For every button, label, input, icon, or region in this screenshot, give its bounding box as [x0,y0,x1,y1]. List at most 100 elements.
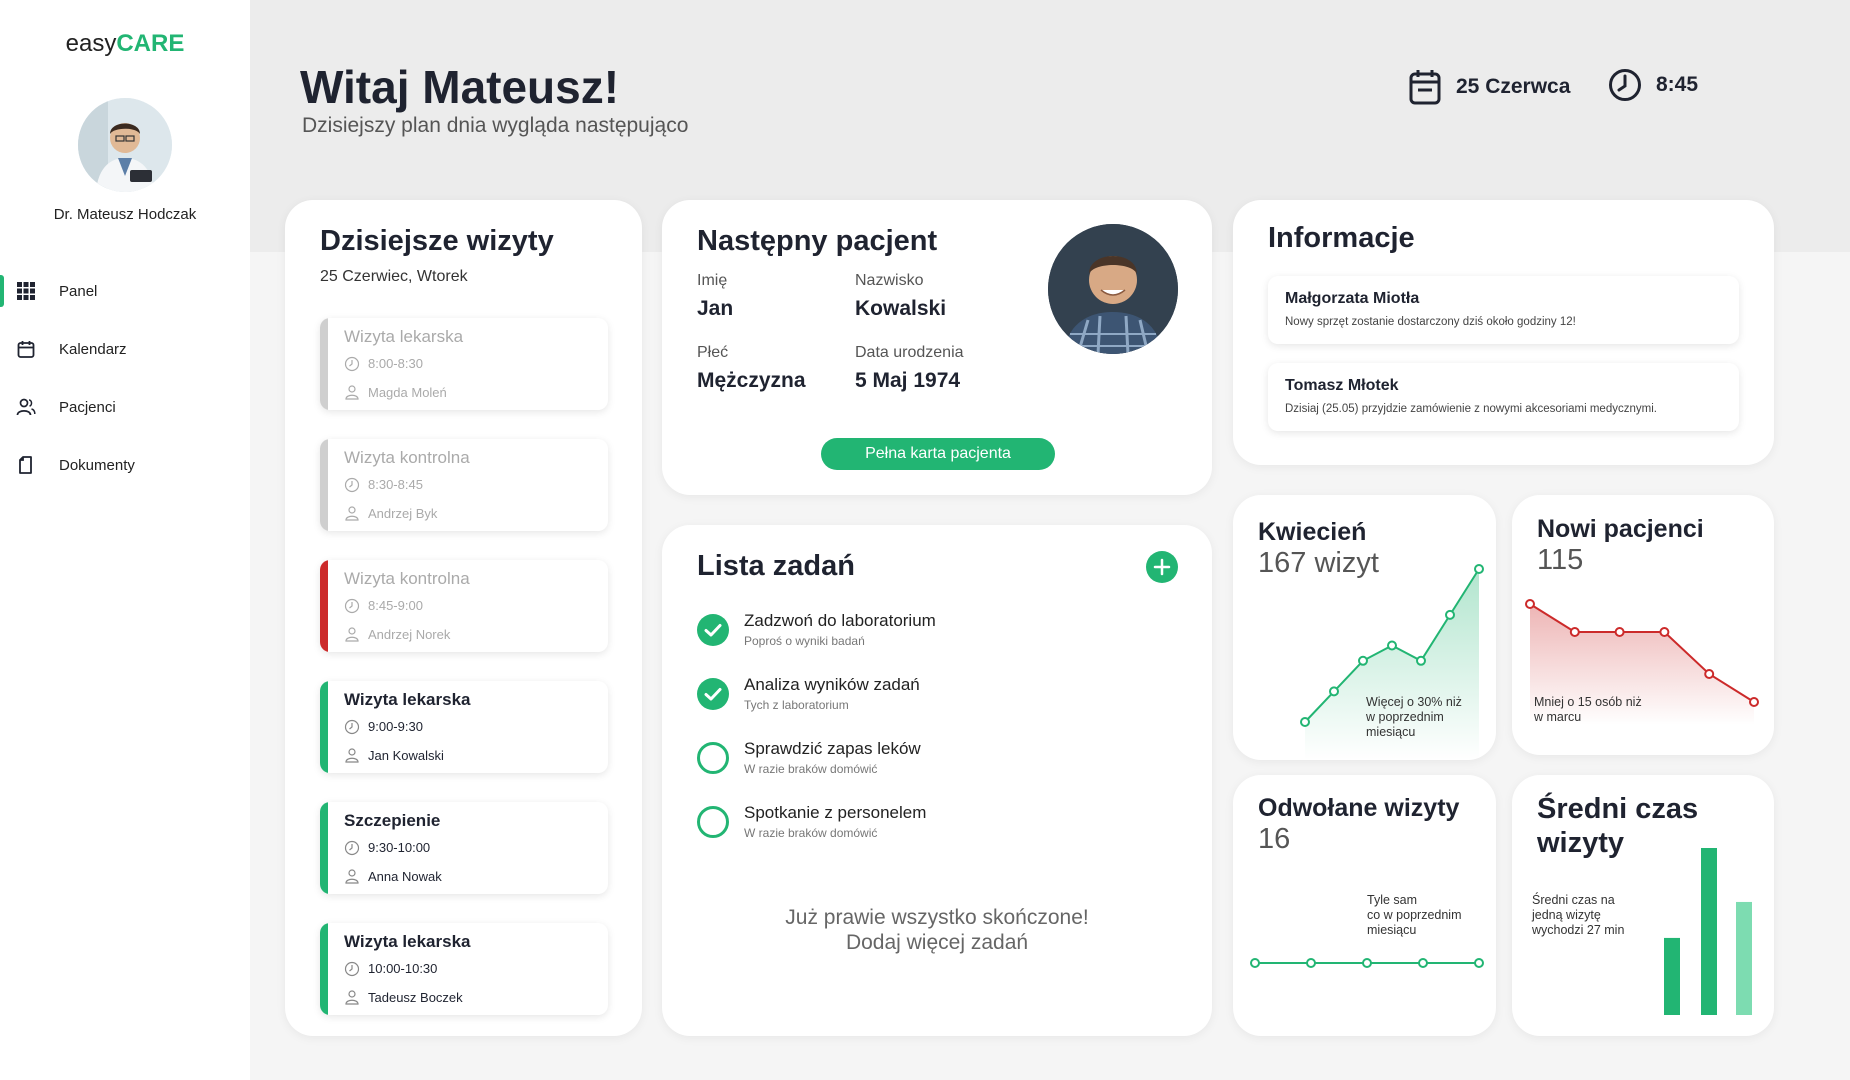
sidebar-item-dokumenty[interactable]: Dokumenty [0,436,250,494]
sidebar-item-pacjenci[interactable]: Pacjenci [0,378,250,436]
add-task-button[interactable] [1146,551,1178,583]
visit-patient: Tadeusz Boczek [368,990,463,1005]
chart-bar [1736,901,1752,1015]
current-time: 8:45 [1608,68,1698,102]
time-text: 8:45 [1656,73,1699,96]
person-icon [345,627,359,642]
task-list-title: Lista zadań [697,550,855,582]
task-subtitle: W razie braków domówić [744,826,878,840]
sidebar-item-label: Dokumenty [59,456,135,474]
sidebar-item-label: Kalendarz [59,340,127,358]
visit-title: Wizyta lekarska [344,690,471,709]
chart-point [1474,958,1484,968]
average-visit-time-card: Średni czas wizyty Średni czas na jedną … [1512,775,1774,1036]
chart-point [1659,627,1670,637]
chart-point [1300,717,1310,727]
plus-icon [1153,558,1171,576]
checkmark-icon [704,624,722,637]
chart-point [1525,599,1535,609]
chart-point [1362,958,1372,968]
visit-status-bar [320,318,328,410]
message-item[interactable]: Małgorzata Miotła Nowy sprzęt zostanie d… [1268,276,1739,344]
task-item[interactable]: Analiza wyników zadań Tych z laboratoriu… [697,672,1167,722]
page-title: Witaj Mateusz! [300,61,620,113]
chart-point [1358,655,1368,666]
visit-title: Wizyta kontrolna [344,569,470,588]
chart-point [1704,669,1715,679]
stat-note-line: Więcej o 30% niż [1366,695,1462,709]
chart-point [1416,655,1426,666]
users-icon [16,398,36,416]
message-text: Nowy sprzęt zostanie dostarczony dziś ok… [1285,316,1576,328]
task-title: Sprawdzić zapas leków [744,739,921,758]
task-item[interactable]: Zadzwoń do laboratorium Poproś o wyniki … [697,608,1167,658]
chart-point [1306,958,1316,968]
calendar-icon [17,341,35,358]
task-subtitle: Poproś o wyniki badań [744,634,865,648]
sidebar-item-kalendarz[interactable]: Kalendarz [0,320,250,378]
visit-card[interactable]: Szczepienie 9:30-10:00 Anna Nowak [320,802,608,894]
information-card: Informacje Małgorzata Miotła Nowy sprzęt… [1233,200,1774,465]
chart-point [1569,627,1580,637]
date-text: 25 Czerwca [1456,75,1571,98]
stat-note-line: miesiącu [1367,923,1417,937]
task-item[interactable]: Sprawdzić zapas leków W razie braków dom… [697,736,1167,786]
sidebar-nav: Panel Kalendarz Pacjenci Dokumenty [0,262,250,494]
sidebar-item-label: Pacjenci [59,398,116,416]
clock-icon [344,356,360,372]
visit-time: 9:00-9:30 [368,719,423,734]
task-checkbox[interactable] [697,806,729,838]
last-name-value: Kowalski [855,297,947,320]
april-visits-card: Kwiecień 167 wizyt Więcej o 30% niż w po… [1233,495,1496,760]
task-item[interactable]: Spotkanie z personelem W razie braków do… [697,800,1167,850]
visit-patient: Andrzej Byk [368,506,438,521]
visit-status-bar [320,923,328,1015]
visit-time: 8:30-8:45 [368,477,423,492]
visit-status-bar [320,439,328,531]
message-item[interactable]: Tomasz Młotek Dzisiaj (25.05) przyjdzie … [1268,363,1739,431]
app-logo[interactable]: easyCARE [0,30,250,58]
message-author: Małgorzata Miotła [1285,290,1420,307]
clock-icon [344,961,360,977]
stat-note: Mniej o 15 osób niż w marcu [1534,695,1642,725]
birth-date-label: Data urodzenia [855,344,964,361]
task-title: Spotkanie z personelem [744,803,927,822]
visit-time: 9:30-10:00 [368,840,431,855]
chart-point [1445,609,1455,620]
visit-card[interactable]: Wizyta kontrolna 8:45-9:00 Andrzej Norek [320,560,608,652]
task-subtitle: Tych z laboratorium [744,698,849,712]
visit-title: Szczepienie [344,811,441,830]
sidebar-item-panel[interactable]: Panel [0,262,250,320]
new-patients-card: Nowi pacjenci 115 Mniej o 15 osób niż w … [1512,495,1774,755]
person-icon [345,506,359,521]
grid-icon [17,282,35,300]
next-patient-title: Następny pacjent [697,225,938,257]
information-title: Informacje [1268,222,1415,254]
visit-card[interactable]: Wizyta lekarska 10:00-10:30 Tadeusz Bocz… [320,923,608,1015]
visits-title: Dzisiejsze wizyty [320,225,554,257]
task-checkbox[interactable] [697,742,729,774]
clock-icon [344,719,360,735]
last-name-label: Nazwisko [855,272,924,289]
doctor-avatar[interactable] [78,98,172,192]
patient-photo [1048,224,1178,354]
clock-icon [1609,69,1641,101]
task-checkbox[interactable] [697,678,729,710]
message-author: Tomasz Młotek [1285,377,1399,394]
person-icon [345,990,359,1005]
full-patient-card-button[interactable]: Pełna karta pacjenta [821,438,1055,470]
stat-note-line: Średni czas na [1532,893,1615,907]
visit-card[interactable]: Wizyta lekarska 8:00-8:30 Magda Moleń [320,318,608,410]
clock-icon [344,477,360,493]
visit-patient: Magda Moleń [368,385,447,400]
visit-status-bar [320,681,328,773]
stat-note: Tyle sam co w poprzednim miesiącu [1367,893,1462,938]
visit-card[interactable]: Wizyta lekarska 9:00-9:30 Jan Kowalski [320,681,608,773]
chart-point [1418,958,1428,968]
doctor-name: Dr. Mateusz Hodczak [53,206,197,223]
task-title: Analiza wyników zadań [744,675,920,694]
message-text: Dzisiaj (25.05) przyjdzie zamówienie z n… [1285,403,1657,415]
visit-card[interactable]: Wizyta kontrolna 8:30-8:45 Andrzej Byk [320,439,608,531]
calendar-icon [1409,70,1441,105]
task-checkbox[interactable] [697,614,729,646]
